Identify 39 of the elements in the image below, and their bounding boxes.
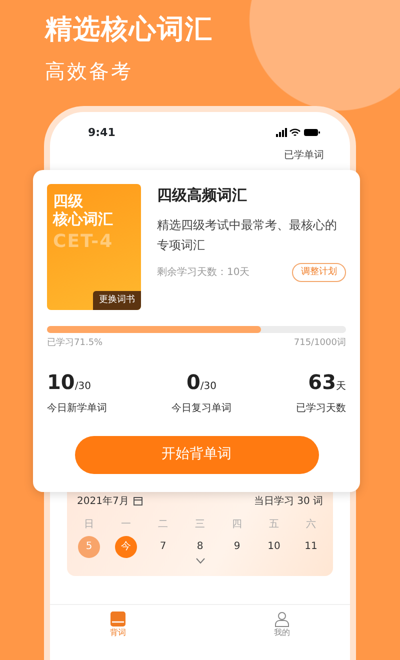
calendar-day[interactable]: 11: [300, 536, 322, 558]
weekday-label: 二: [157, 518, 169, 532]
calendar-month: 2021年7月: [77, 494, 129, 508]
progress-count: 715/1000词: [294, 337, 346, 350]
stat-value: 0/30: [186, 368, 216, 396]
stat-label: 今日新学单词: [47, 402, 107, 416]
change-book-button[interactable]: 更换词书: [93, 290, 141, 310]
promo-subtitle: 高效备考: [45, 58, 133, 85]
book-icon: [110, 610, 126, 626]
promo-title: 精选核心词汇: [45, 13, 213, 47]
remaining-days: 剩余学习天数：10天: [157, 264, 250, 280]
progress-percent: 已学习71.5%: [47, 337, 103, 350]
book-title: 四级高频词汇: [157, 185, 248, 206]
weekday-label: 四: [231, 518, 243, 532]
stat-value: 10/30: [47, 368, 91, 396]
status-time: 9:41: [88, 124, 116, 141]
weekday-label: 五: [268, 518, 280, 532]
tab-item[interactable]: 我的: [274, 610, 290, 638]
cover-text: 四级: [53, 192, 83, 210]
calendar-day[interactable]: 7: [152, 536, 174, 558]
calendar-day[interactable]: 8: [189, 536, 211, 558]
cover-text: CET-4: [53, 230, 114, 254]
cover-text: 核心词汇: [53, 210, 113, 228]
weekday-label: 三: [194, 518, 206, 532]
status-icons: [276, 128, 320, 138]
weekday-label: 六: [305, 518, 317, 532]
stat-value: 63天: [308, 368, 346, 396]
daily-goal: 当日学习 30 词: [254, 494, 323, 508]
calendar-icon[interactable]: [132, 496, 143, 506]
weekday-label: 一: [120, 518, 132, 532]
weekday-label: 日: [83, 518, 95, 532]
learned-words-link[interactable]: 已学单词: [284, 150, 324, 161]
book-description: 精选四级考试中最常考、最核心的专项词汇: [157, 216, 338, 254]
person-icon: [274, 610, 290, 626]
stat-label: 已学习天数: [296, 402, 346, 416]
calendar-day[interactable]: 9: [226, 536, 248, 558]
stat-label: 今日复习单词: [172, 402, 232, 416]
chevron-down-icon[interactable]: [196, 558, 204, 564]
calendar-day[interactable]: 10: [263, 536, 285, 558]
